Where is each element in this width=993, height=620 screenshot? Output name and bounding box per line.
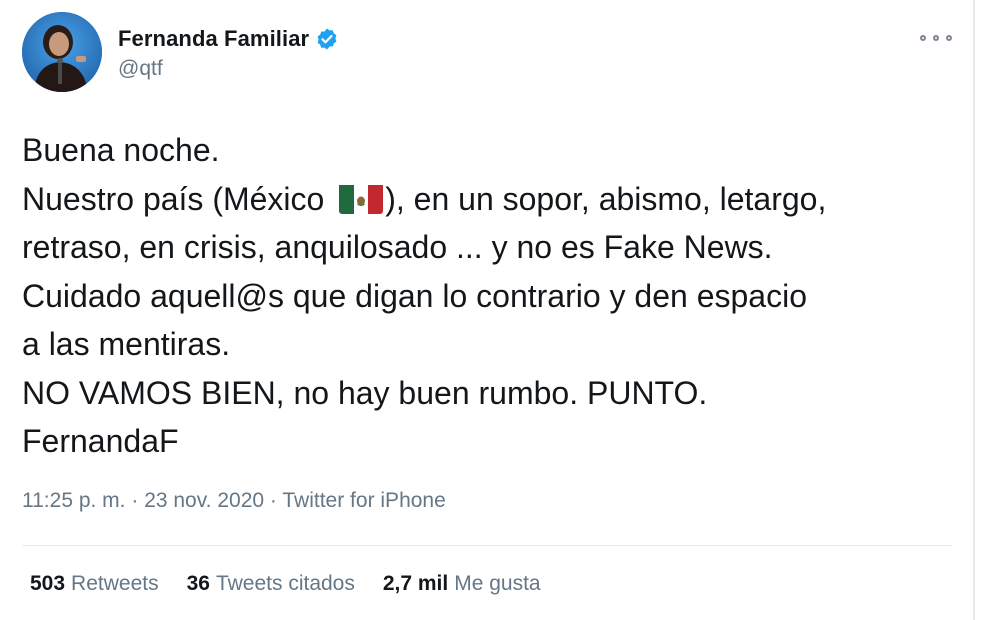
avatar[interactable] — [22, 12, 102, 92]
tweet-source[interactable]: Twitter for iPhone — [282, 489, 445, 512]
more-options-icon[interactable] — [920, 28, 952, 48]
tweet-meta: 11:25 p. m. · 23 nov. 2020 · Twitter for… — [22, 489, 446, 513]
verified-badge-icon — [315, 27, 339, 51]
tweet-line: NO VAMOS BIEN, no hay buen rumbo. PUNTO. — [22, 374, 708, 411]
divider — [22, 545, 952, 546]
tweet-line: a las mentiras. — [22, 326, 231, 362]
tweet-line: Buena noche. — [22, 132, 220, 168]
tweet-time[interactable]: 11:25 p. m. — [22, 489, 126, 512]
author-display-name[interactable]: Fernanda Familiar — [118, 26, 309, 52]
tweet-line: retraso, en crisis, anquilosado ... y no… — [22, 229, 773, 265]
tweet-line: FernandaF — [22, 423, 179, 459]
retweets-stat[interactable]: 503 Retweets — [30, 572, 159, 596]
likes-count: 2,7 mil — [382, 572, 449, 595]
author-name-row[interactable]: Fernanda Familiar — [118, 24, 339, 54]
quotes-count: 36 — [186, 572, 210, 595]
retweets-label: Retweets — [71, 572, 159, 595]
quotes-label: Tweets citados — [215, 572, 355, 595]
tweet-text: Buena noche. Nuestro país (México ), en … — [22, 126, 962, 466]
tweet-line-part: Nuestro país (México — [22, 180, 334, 217]
mexico-flag-icon — [339, 182, 384, 214]
tweet-line: Cuidado aquell@s que digan lo contrario … — [22, 277, 807, 314]
retweets-count: 503 — [30, 572, 66, 595]
meta-separator: · — [125, 489, 145, 512]
author-handle[interactable]: @qtf — [118, 57, 163, 81]
tweet-line-part: ), en un sopor, abismo, letargo, — [385, 180, 827, 217]
tweet-card: Fernanda Familiar @qtf Buena noche. Nues… — [0, 0, 993, 620]
likes-stat[interactable]: 2,7 mil Me gusta — [383, 572, 541, 596]
likes-label: Me gusta — [454, 572, 541, 595]
panel-border — [973, 0, 975, 620]
tweet-date[interactable]: 23 nov. 2020 — [144, 489, 264, 512]
meta-separator: · — [264, 489, 283, 512]
tweet-stats: 503 Retweets 36 Tweets citados 2,7 mil Me g… — [30, 572, 569, 596]
quotes-stat[interactable]: 36 Tweets citados — [187, 572, 355, 596]
tweet-line: Nuestro país (México ), en un sopor, abi… — [22, 175, 962, 224]
